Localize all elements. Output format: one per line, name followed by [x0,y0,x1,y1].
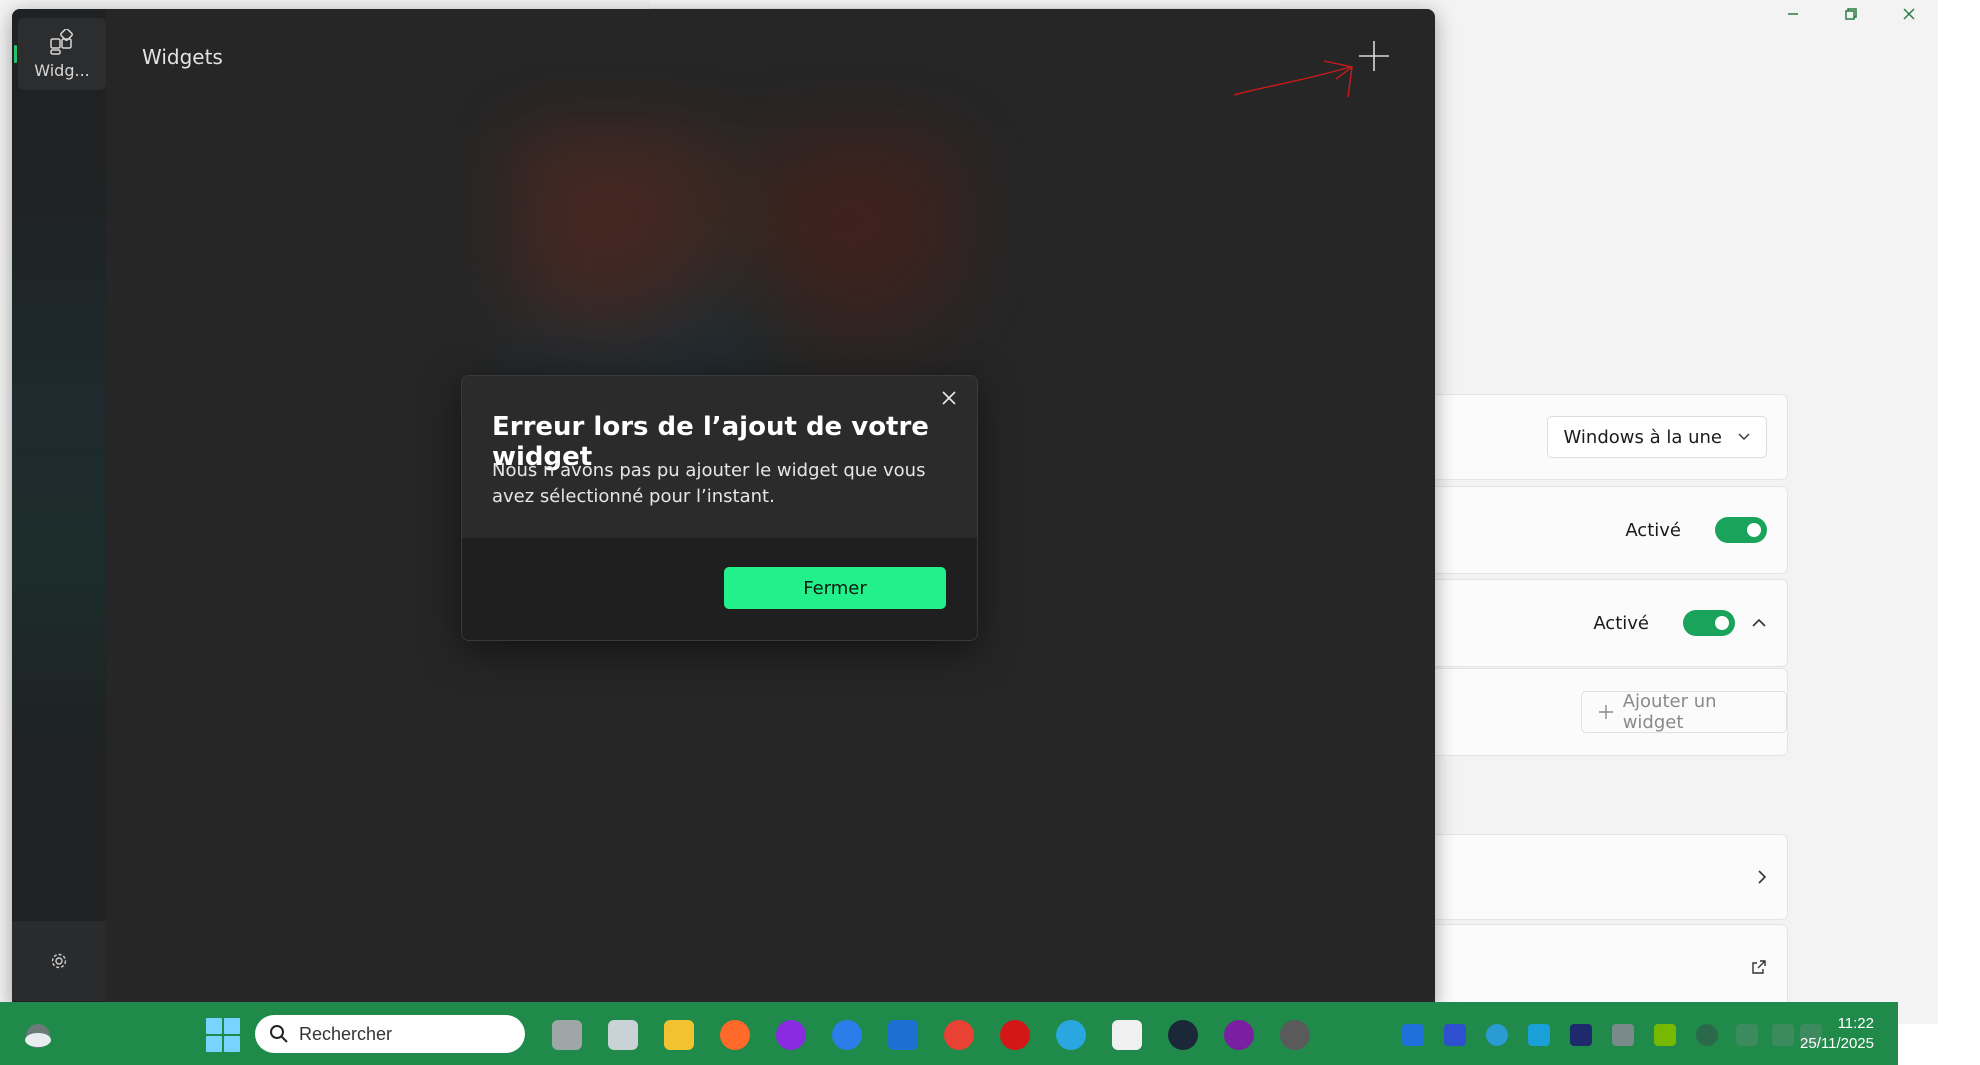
taskbar: Rechercher 11:22 25/11/2025 [0,1002,1898,1065]
settings-app-icon[interactable] [1280,1020,1310,1050]
close-dialog-button[interactable]: Fermer [724,567,946,609]
file-explorer-icon[interactable] [664,1020,694,1050]
title-bar-controls [1738,0,1938,28]
active-indicator [14,45,17,63]
windows-logo-tile [206,1036,222,1052]
sidebar-item-widgets[interactable]: Widg... [18,18,106,90]
tray-app-icon-g[interactable] [1528,1024,1550,1046]
clock-time: 11:22 [1837,1015,1874,1032]
dialog-close-button[interactable] [933,382,965,414]
close-button[interactable] [1880,0,1938,28]
app-icon-circle[interactable] [1224,1020,1254,1050]
search-placeholder: Rechercher [299,1023,393,1044]
toggle-label-2: Activé [1593,612,1649,634]
outlook-icon[interactable] [888,1020,918,1050]
windows-logo-tile [224,1036,240,1052]
firefox-icon[interactable] [720,1020,750,1050]
close-icon [942,391,956,405]
external-link-icon [1752,960,1766,974]
app-icon-mail[interactable] [832,1020,862,1050]
windows-logo-tile [206,1018,222,1034]
restore-button[interactable] [1822,0,1880,28]
tray-app-icon-circle[interactable] [1486,1024,1508,1046]
task-view-icon[interactable] [552,1020,582,1050]
widgets-window: Widg... Widgets Erreur lors de l’ajout d… [12,9,1435,1009]
plus-icon [1359,41,1389,71]
navigation-card[interactable] [1420,834,1788,920]
widgets-title: Widgets [142,45,223,69]
app-icon-tor[interactable] [776,1020,806,1050]
dropdown-value: Windows à la une [1563,426,1722,448]
plus-icon [1599,705,1613,719]
toggle-switch-1[interactable] [1715,517,1767,543]
tray-shield-icon[interactable] [1402,1024,1424,1046]
add-widget-button[interactable]: Ajouter un widget [1581,691,1787,733]
external-link-card[interactable] [1420,924,1788,1010]
edge-icon[interactable] [1056,1020,1086,1050]
nvidia-icon[interactable] [1654,1024,1676,1046]
weather-icon[interactable] [18,1020,58,1050]
red-arrow-annotation [1233,60,1354,98]
toggle-setting-card-1: Activé [1420,486,1788,574]
add-widget-card: Ajouter un widget [1420,668,1788,756]
clock-date: 25/11/2025 [1800,1035,1874,1052]
background-setting-card: Windows à la une [1420,394,1788,480]
opera-icon[interactable] [1000,1020,1030,1050]
app-icon-1[interactable] [608,1020,638,1050]
store-icon[interactable] [1112,1020,1142,1050]
windows-logo-tile [224,1018,240,1034]
widgets-sidebar: Widg... [12,9,106,1009]
chevron-up-icon[interactable] [1751,618,1767,628]
close-icon [1903,8,1915,20]
add-widget-label: Ajouter un widget [1622,691,1717,733]
tray-app-icon-d[interactable] [1570,1024,1592,1046]
chevron-right-icon [1758,870,1767,884]
chrome-icon[interactable] [944,1020,974,1050]
chevron-down-icon [1738,433,1750,440]
dialog-message: Nous n’avons pas pu ajouter le widget qu… [492,460,926,507]
widgets-icon [50,28,73,55]
minimize-button[interactable] [1764,0,1822,28]
search-icon [270,1025,288,1043]
restore-icon [1845,8,1857,20]
tray-globe-icon[interactable] [1696,1024,1718,1046]
window-top-edge [650,0,1280,9]
sidebar-glow [12,159,106,759]
keyboard-icon[interactable] [1736,1024,1758,1046]
toggle-setting-card-2: Activé [1420,579,1788,667]
blurred-background [512,129,972,389]
sidebar-item-label: Widg... [34,60,90,80]
background-dropdown[interactable]: Windows à la une [1546,416,1767,458]
taskbar-clock[interactable]: 11:22 25/11/2025 [1800,1014,1874,1054]
taskbar-search[interactable]: Rechercher [255,1015,525,1053]
add-widget-plus-button[interactable] [1357,39,1391,73]
tray-app-icon-pen[interactable] [1612,1024,1634,1046]
toggle-label-1: Activé [1625,519,1681,541]
network-icon[interactable] [1772,1024,1794,1046]
minimize-icon [1788,13,1798,15]
gear-icon [51,953,67,969]
start-button[interactable] [206,1018,240,1052]
toggle-switch-2[interactable] [1683,610,1735,636]
sidebar-settings-button[interactable] [12,921,106,1001]
error-dialog: Erreur lors de l’ajout de votre widget N… [461,375,978,641]
tray-app-icon-m[interactable] [1444,1024,1466,1046]
steam-icon[interactable] [1168,1020,1198,1050]
